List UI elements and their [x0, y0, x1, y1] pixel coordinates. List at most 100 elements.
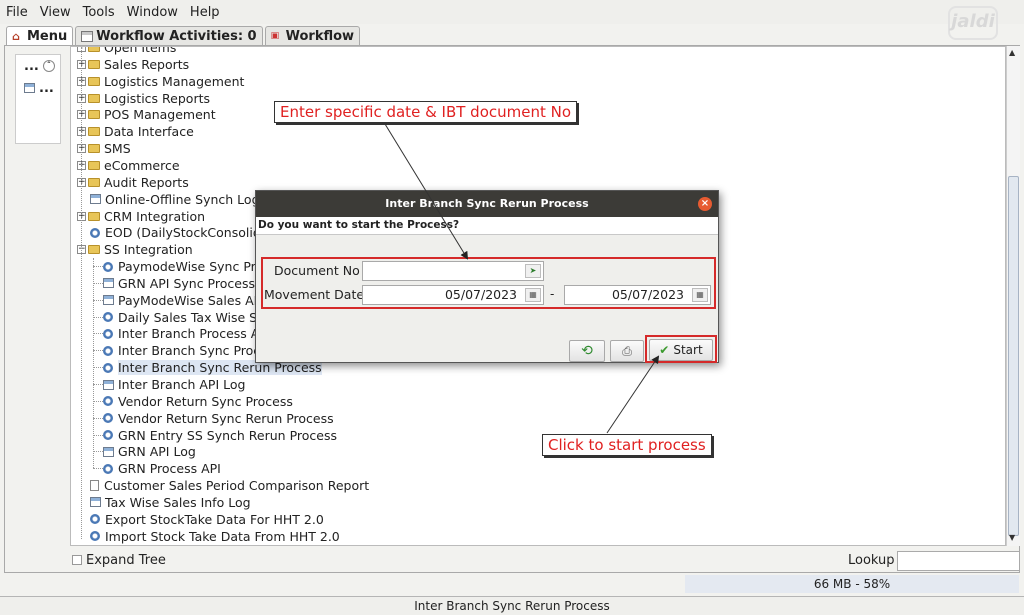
folder-icon	[88, 47, 100, 52]
tree-item-label: Vendor Return Sync Rerun Process	[118, 410, 334, 426]
left-panel-row-1[interactable]: ... ˆ	[16, 55, 60, 77]
tree-item[interactable]: + Data Interface	[77, 123, 194, 140]
tree-item[interactable]: Inter Branch Sync Process	[101, 342, 281, 359]
expand-tree-checkbox[interactable]	[72, 555, 82, 565]
tree-item[interactable]: + Logistics Reports	[77, 90, 210, 107]
movement-date-label: Movement Date	[264, 287, 365, 302]
tree-item[interactable]: + Audit Reports	[77, 174, 189, 191]
tree-item[interactable]: + Open Items	[77, 46, 177, 56]
rerun-process-dialog: Inter Branch Sync Rerun Process × Do you…	[255, 190, 719, 363]
tree-item-label: POS Management	[104, 107, 216, 123]
process-icon	[103, 362, 113, 373]
process-icon	[103, 463, 113, 474]
report-icon	[103, 446, 114, 457]
tree-item[interactable]: Export StockTake Data For HHT 2.0	[77, 511, 324, 528]
tree-item-label: Logistics Management	[104, 73, 245, 89]
tree-item[interactable]: + eCommerce	[77, 157, 180, 174]
expand-tree-label: Expand Tree	[86, 553, 166, 568]
date-from-value: 05/07/2023	[444, 287, 517, 302]
tree-item[interactable]: Inter Branch API Log	[101, 376, 245, 393]
tree-item[interactable]: Vendor Return Sync Rerun Process	[101, 410, 334, 427]
lookup-input[interactable]	[897, 551, 1020, 571]
tab-workflow[interactable]: ▣ Workflow	[264, 26, 361, 46]
tree-item[interactable]: Daily Sales Tax Wise Sync	[101, 309, 279, 326]
tree-item[interactable]: Import Stock Take Data From HHT 2.0	[77, 528, 340, 545]
tree-item[interactable]: GRN API Sync Process	[101, 275, 255, 292]
folder-icon	[88, 144, 100, 154]
tree-item[interactable]: GRN Entry SS Synch Rerun Process	[101, 427, 337, 444]
scrollbar-thumb[interactable]	[1008, 176, 1019, 536]
calendar-icon[interactable]: ▦	[525, 288, 541, 302]
window-icon	[24, 83, 35, 93]
tree-item-label: SS Integration	[104, 242, 193, 258]
report-icon	[90, 194, 101, 205]
lookup-arrow-icon[interactable]: ➤	[525, 264, 541, 278]
jaldi-logo: jaldi	[948, 6, 998, 40]
check-icon: ✔	[659, 343, 670, 357]
tree-item[interactable]: + CRM Integration	[77, 208, 205, 225]
collapse-up-icon[interactable]: ˆ	[42, 60, 55, 72]
menu-bar: File View Tools Window Help	[0, 0, 1024, 24]
left-panel-row-2[interactable]: ...	[16, 77, 60, 99]
movement-date-to[interactable]: 05/07/2023 ▦	[564, 285, 711, 305]
start-button[interactable]: ✔ Start	[649, 339, 713, 361]
movement-date-from[interactable]: 05/07/2023 ▦	[362, 285, 544, 305]
process-icon	[103, 430, 113, 441]
refresh-button[interactable]: ⟲	[569, 340, 605, 362]
tree-item[interactable]: GRN Process API	[101, 460, 221, 477]
tree-item[interactable]: Online-Offline Synch Log	[77, 191, 260, 208]
tree-branch-line	[93, 434, 103, 436]
tree-item-label: Online-Offline Synch Log	[105, 191, 260, 207]
tree-item[interactable]: + Sales Reports	[77, 56, 189, 73]
menu-help[interactable]: Help	[190, 5, 220, 20]
tree-branch-line	[93, 468, 103, 470]
close-icon[interactable]: ×	[698, 197, 712, 211]
tree-item[interactable]: + POS Management	[77, 106, 216, 123]
menu-file[interactable]: File	[6, 5, 28, 20]
memory-indicator[interactable]: 66 MB - 58%	[685, 575, 1019, 593]
tree-item-label: GRN API Log	[118, 444, 196, 460]
tree-item[interactable]: Vendor Return Sync Process	[101, 393, 293, 410]
process-icon	[103, 312, 113, 323]
tree-branch-line	[93, 400, 103, 402]
tree-item[interactable]: − SS Integration	[77, 241, 193, 258]
process-icon	[103, 345, 113, 356]
tree-item[interactable]: Inter Branch Process API	[101, 325, 271, 342]
process-icon	[103, 328, 113, 339]
scroll-up-icon[interactable]: ▲	[1009, 48, 1015, 57]
tree-item[interactable]: GRN API Log	[101, 443, 196, 460]
tree-item-label: Export StockTake Data For HHT 2.0	[105, 511, 324, 527]
tree-branch-line	[93, 282, 103, 284]
calendar-icon[interactable]: ▦	[692, 288, 708, 302]
tab-menu-label: Menu	[27, 29, 68, 44]
start-button-label: Start	[673, 343, 703, 357]
tab-workflow-label: Workflow	[285, 29, 355, 44]
tree-branch-line	[93, 367, 103, 369]
tree-item[interactable]: + Logistics Management	[77, 73, 244, 90]
report-icon	[103, 278, 114, 289]
tree-item[interactable]: + SMS	[77, 140, 131, 157]
tree-item-label: SMS	[104, 141, 131, 157]
process-icon	[103, 396, 113, 407]
lookup-label: Lookup	[848, 553, 895, 568]
tree-branch-line	[93, 299, 103, 301]
tree-item-label: Open Items	[104, 46, 177, 55]
tab-menu[interactable]: ⌂ Menu	[6, 26, 74, 46]
menu-tools[interactable]: Tools	[83, 5, 115, 20]
document-no-field[interactable]: ➤	[362, 261, 544, 281]
tree-item-label: Data Interface	[104, 124, 194, 140]
workflow-icon: ▣	[270, 31, 280, 41]
tree-item-label: CRM Integration	[104, 208, 206, 224]
tab-workflow-activities[interactable]: Workflow Activities: 0	[75, 26, 263, 46]
menu-view[interactable]: View	[40, 5, 71, 20]
folder-icon	[88, 59, 100, 69]
print-button[interactable]: ⎙	[610, 340, 644, 362]
folder-icon	[88, 211, 100, 221]
tree-scrollbar[interactable]: ▲ ▼	[1006, 46, 1020, 546]
tree-item-label: Import Stock Take Data From HHT 2.0	[105, 528, 340, 544]
menu-window[interactable]: Window	[127, 5, 178, 20]
tree-branch-line	[93, 384, 103, 385]
scroll-down-icon[interactable]: ▼	[1009, 533, 1015, 542]
tree-item[interactable]: Tax Wise Sales Info Log	[77, 494, 251, 511]
tree-item[interactable]: Customer Sales Period Comparison Report	[77, 477, 369, 494]
